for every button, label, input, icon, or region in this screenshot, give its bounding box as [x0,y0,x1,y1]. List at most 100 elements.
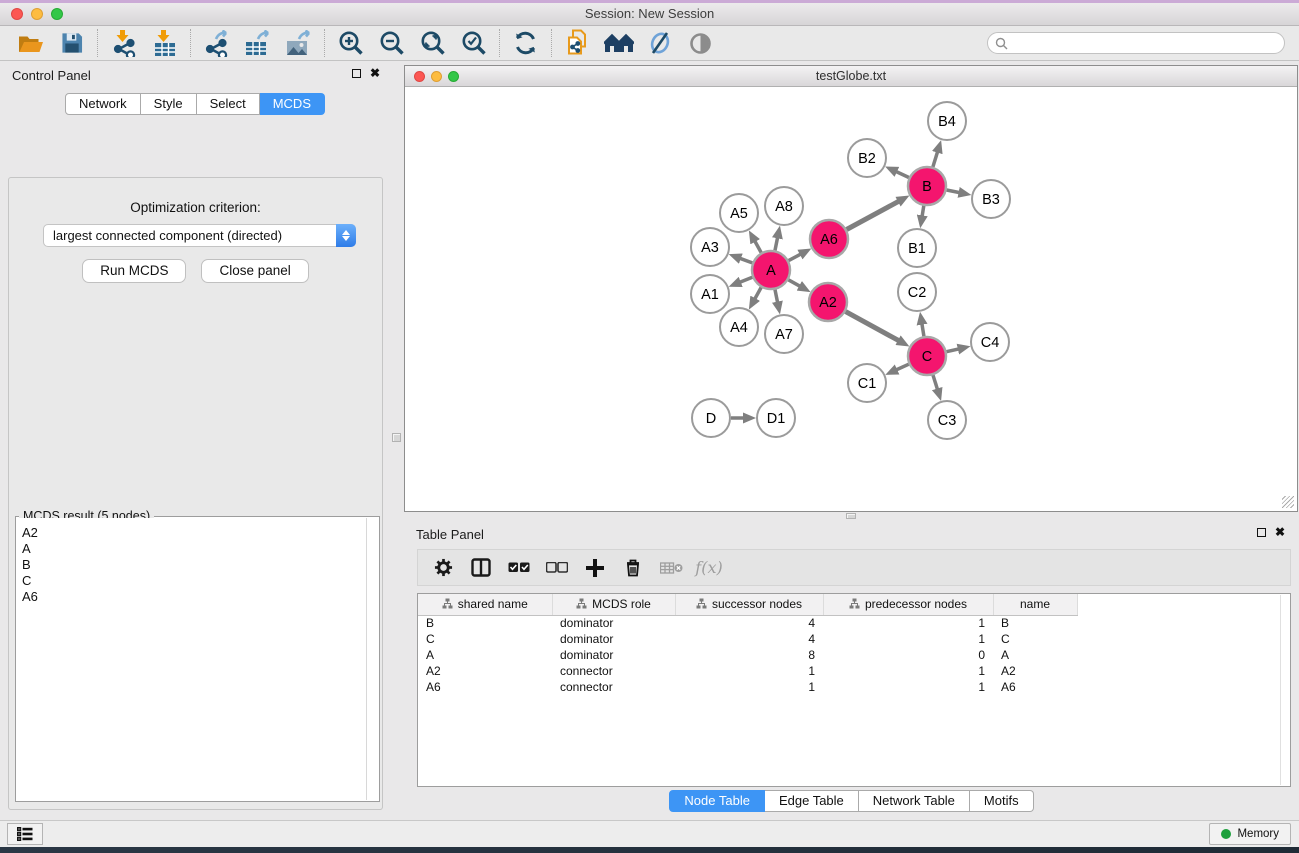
column-header-mcds-role[interactable]: MCDS role [552,594,675,615]
table-cell[interactable]: 1 [823,663,993,679]
graph-edge-A2-C[interactable] [846,312,899,341]
zoom-selected-region-button[interactable] [453,28,494,59]
graph-node-C1[interactable]: C1 [848,364,886,402]
graph-node-B1[interactable]: B1 [898,229,936,267]
import-table-from-file-button[interactable] [144,28,185,59]
window-resize-grip[interactable] [1282,496,1294,508]
graph-edge-A-A3[interactable] [740,258,752,263]
graph-node-A3[interactable]: A3 [691,228,729,266]
graph-edge-B-B1[interactable] [922,206,924,217]
table-cell[interactable]: 1 [823,631,993,647]
table-cell[interactable]: 1 [823,615,993,631]
unselect-all-columns-button[interactable] [545,555,569,581]
result-list-item[interactable]: A [22,541,361,557]
graph-edge-A-A7[interactable] [775,290,778,303]
graph-edge-B-B3[interactable] [947,190,960,193]
graph-node-C[interactable]: C [908,337,946,375]
table-cell[interactable]: connector [552,663,675,679]
table-cell[interactable]: dominator [552,631,675,647]
horizontal-splitter[interactable] [404,512,1299,520]
table-cell[interactable]: connector [552,679,675,695]
result-list-item[interactable]: A6 [22,589,361,605]
clone-network-button[interactable] [557,28,598,59]
graph-node-C3[interactable]: C3 [928,401,966,439]
graph-edge-A-A2[interactable] [788,280,800,287]
table-row[interactable]: Bdominator41B [418,615,1290,631]
import-network-from-file-button[interactable] [103,28,144,59]
table-options-button[interactable] [431,555,455,581]
tab-motifs[interactable]: Motifs [970,790,1034,812]
maximize-window-button[interactable] [51,8,63,20]
table-cell[interactable]: 8 [675,647,823,663]
result-scrollbar[interactable] [366,518,367,800]
table-cell[interactable]: 1 [675,679,823,695]
maximize-view-button[interactable] [448,71,459,82]
table-cell[interactable]: C [418,631,552,647]
table-cell[interactable]: B [418,615,552,631]
search-input[interactable] [1013,36,1277,50]
table-cell[interactable]: 1 [823,679,993,695]
tab-edge-table[interactable]: Edge Table [765,790,859,812]
table-cell[interactable]: B [993,615,1077,631]
table-row[interactable]: A6connector11A6 [418,679,1290,695]
show-column-button[interactable] [469,555,493,581]
float-panel-icon[interactable] [1257,528,1266,537]
result-list-item[interactable]: A2 [22,525,361,541]
result-list-item[interactable]: B [22,557,361,573]
export-network-button[interactable] [196,28,237,59]
graph-edge-A-A1[interactable] [740,277,753,282]
search-field[interactable] [987,32,1285,54]
graph-edge-A-A6[interactable] [789,254,801,261]
table-cell[interactable]: A [418,647,552,663]
export-image-button[interactable] [278,28,319,59]
table-cell[interactable]: C [993,631,1077,647]
graph-node-C2[interactable]: C2 [898,273,936,311]
show-hide-graphics-details-button[interactable] [639,28,680,59]
graph-node-A[interactable]: A [752,251,790,289]
memory-button[interactable]: Memory [1209,823,1291,845]
table-row[interactable]: Cdominator41C [418,631,1290,647]
minimize-window-button[interactable] [31,8,43,20]
close-panel-icon[interactable]: ✖ [1275,527,1285,537]
export-table-button[interactable] [237,28,278,59]
close-panel-icon[interactable]: ✖ [370,68,380,78]
column-header-shared-name[interactable]: shared name [418,594,552,615]
graph-edge-A-A8[interactable] [775,237,778,250]
graph-edge-C-C2[interactable] [922,324,924,337]
table-cell[interactable]: dominator [552,647,675,663]
table-cell[interactable]: 0 [823,647,993,663]
graph-edge-C-C3[interactable] [933,375,938,389]
graph-edge-B-B4[interactable] [933,152,938,167]
table-cell[interactable]: A6 [418,679,552,695]
network-canvas[interactable]: B4B2BB3A8A5A6A3B1AA1C2A2A4A7C4CC1C3DD1 [406,87,1296,510]
apply-preferred-layout-button[interactable] [505,28,546,59]
tab-select[interactable]: Select [197,93,260,115]
tab-style[interactable]: Style [141,93,197,115]
table-cell[interactable]: A2 [993,663,1077,679]
zoom-out-button[interactable] [371,28,412,59]
table-cell[interactable]: A6 [993,679,1077,695]
table-cell[interactable]: A2 [418,663,552,679]
splitter-grip[interactable] [392,433,401,442]
table-scrollbar[interactable] [1280,595,1281,785]
column-header-name[interactable]: name [993,594,1077,615]
zoom-in-button[interactable] [330,28,371,59]
graph-edge-A-A4[interactable] [755,287,762,299]
close-window-button[interactable] [11,8,23,20]
table-cell[interactable]: 1 [675,663,823,679]
graph-node-B4[interactable]: B4 [928,102,966,140]
run-mcds-button[interactable]: Run MCDS [82,259,186,283]
criterion-dropdown[interactable]: largest connected component (directed) [43,224,356,247]
float-panel-icon[interactable] [352,69,361,78]
select-all-columns-button[interactable] [507,555,531,581]
result-list-item[interactable]: C [22,573,361,589]
table-cell[interactable]: A [993,647,1077,663]
vertical-splitter[interactable] [390,61,404,820]
graph-node-D[interactable]: D [692,399,730,437]
close-panel-button[interactable]: Close panel [201,259,308,283]
tab-network-table[interactable]: Network Table [859,790,970,812]
table-cell[interactable]: dominator [552,615,675,631]
tab-network[interactable]: Network [65,93,141,115]
table-cell[interactable]: 4 [675,631,823,647]
graph-node-A6[interactable]: A6 [810,220,848,258]
